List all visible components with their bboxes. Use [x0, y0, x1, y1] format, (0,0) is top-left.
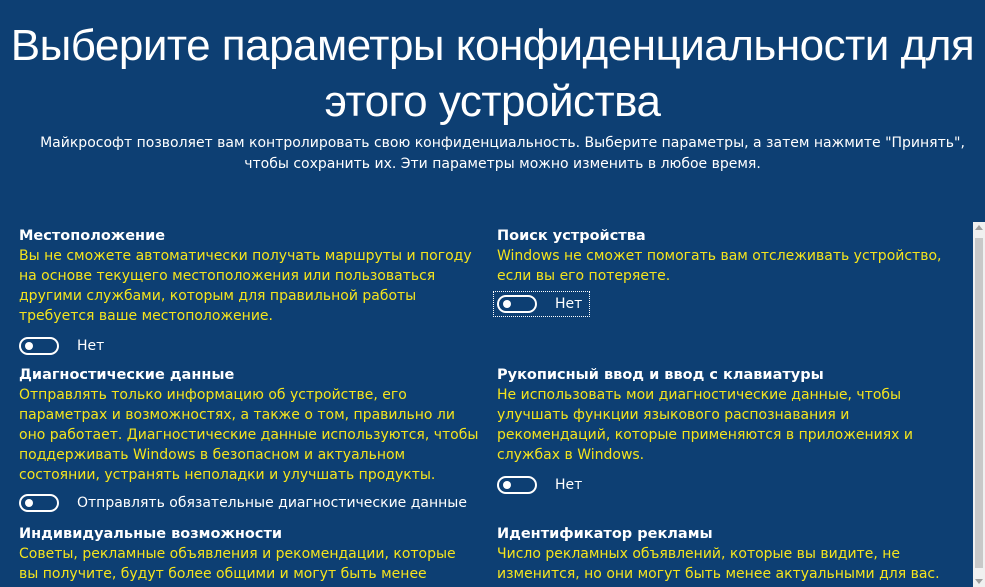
vertical-scrollbar[interactable] — [973, 222, 985, 587]
find-device-title: Поиск устройства — [497, 228, 646, 244]
toggle-knob-icon — [503, 300, 511, 308]
find-device-focus-ring[interactable]: Нет — [492, 291, 591, 317]
toggle-knob-icon — [503, 481, 511, 489]
scroll-up-arrow-icon[interactable] — [975, 225, 983, 230]
inking-description: Не использовать мои диагностические данн… — [497, 387, 913, 463]
toggle-knob-icon — [25, 342, 33, 350]
tailored-title: Индивидуальные возможности — [19, 526, 283, 542]
scroll-down-arrow-icon[interactable] — [975, 579, 983, 584]
location-toggle-label: Нет — [77, 338, 105, 354]
location-section: Местоположение Вы не сможете автоматичес… — [19, 226, 479, 358]
find-device-toggle[interactable] — [497, 295, 537, 313]
ad-id-title: Идентификатор рекламы — [497, 526, 713, 542]
ad-id-section: Идентификатор рекламы Число рекламных об… — [497, 524, 957, 584]
diagnostics-title: Диагностические данные — [19, 367, 235, 383]
settings-scroll-area[interactable]: Местоположение Вы не сможете автоматичес… — [0, 222, 973, 587]
location-toggle[interactable] — [19, 337, 59, 355]
inking-section: Рукописный ввод и ввод с клавиатуры Не и… — [497, 365, 957, 497]
location-toggle-row[interactable]: Нет — [19, 334, 479, 358]
find-device-section: Поиск устройства Windows не сможет помог… — [492, 226, 957, 317]
inking-toggle-label: Нет — [555, 477, 583, 493]
find-device-toggle-row[interactable]: Нет — [492, 291, 957, 317]
toggle-knob-icon — [25, 499, 33, 507]
inking-toggle-row[interactable]: Нет — [497, 473, 957, 497]
find-device-toggle-label: Нет — [555, 296, 583, 312]
location-description: Вы не сможете автоматически получать мар… — [19, 248, 472, 324]
diagnostics-toggle[interactable] — [19, 494, 59, 512]
diagnostics-toggle-label: Отправлять обязательные диагностические … — [77, 495, 467, 511]
diagnostics-toggle-row[interactable]: Отправлять обязательные диагностические … — [19, 491, 479, 515]
tailored-section: Индивидуальные возможности Советы, рекла… — [19, 524, 479, 587]
scrollbar-thumb[interactable] — [975, 238, 983, 568]
page-subtitle: Майкрософт позволяет вам контролировать … — [40, 135, 965, 172]
ad-id-description: Число рекламных объявлений, которые вы в… — [497, 546, 940, 582]
location-title: Местоположение — [19, 228, 166, 244]
inking-toggle[interactable] — [497, 476, 537, 494]
tailored-description: Советы, рекламные объявления и рекоменда… — [19, 546, 456, 587]
page-title: Выберите параметры конфиденциальности дл… — [10, 21, 975, 126]
diagnostics-description: Отправлять только информацию об устройст… — [19, 387, 479, 483]
inking-title: Рукописный ввод и ввод с клавиатуры — [497, 367, 824, 383]
find-device-description: Windows не сможет помогать вам отслежива… — [497, 248, 942, 284]
diagnostics-section: Диагностические данные Отправлять только… — [19, 365, 479, 515]
